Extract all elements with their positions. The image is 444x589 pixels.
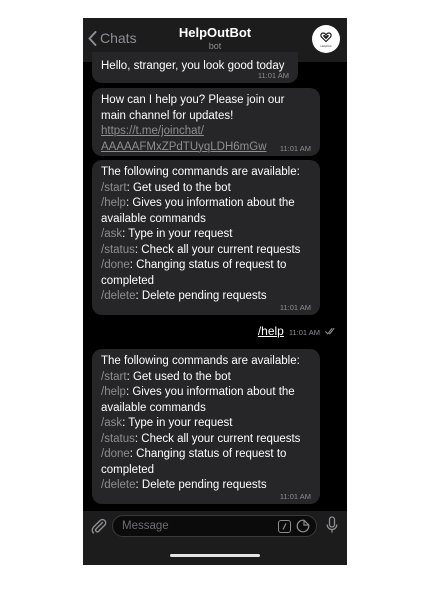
- message-time: 11:01 AM: [279, 492, 311, 501]
- avatar-label: HelpOut: [320, 43, 332, 48]
- slash-command-icon[interactable]: [278, 520, 291, 533]
- home-indicator[interactable]: [170, 554, 260, 557]
- command-description: : Get used to the bot: [126, 181, 231, 194]
- command-description: available commands: [101, 401, 206, 414]
- command-link[interactable]: /start: [101, 182, 127, 194]
- command-description: : Changing status of request to: [129, 259, 287, 271]
- message-time: 11:01 AM: [288, 328, 320, 337]
- outgoing-text[interactable]: /help: [258, 324, 284, 338]
- chat-subtitle: bot: [208, 41, 222, 51]
- command-link[interactable]: /status: [101, 244, 135, 256]
- command-description: available commands: [101, 212, 206, 225]
- command-link[interactable]: /help: [101, 197, 126, 209]
- command-description: : Check all your current requests: [134, 432, 301, 445]
- command-link[interactable]: /ask: [101, 228, 122, 240]
- channel-link[interactable]: https://t.me/joinchat/: [101, 124, 312, 140]
- bot-avatar[interactable]: HelpOut: [312, 25, 340, 53]
- command-link[interactable]: /done: [101, 259, 130, 271]
- command-description: : Type in your request: [122, 228, 233, 240]
- command-description: : Type in your request: [122, 417, 233, 429]
- chat-title-block[interactable]: HelpOutBot bot: [83, 25, 347, 52]
- commands-intro: The following commands are available:: [101, 166, 300, 178]
- commands-intro: The following commands are available:: [101, 355, 300, 367]
- command-link[interactable]: /done: [101, 448, 130, 460]
- incoming-message[interactable]: How can I help you? Please join our main…: [92, 88, 320, 156]
- command-link[interactable]: /delete: [101, 290, 136, 302]
- chat-title: HelpOutBot: [178, 25, 252, 40]
- incoming-message[interactable]: Hello, stranger, you look good today 11:…: [92, 52, 298, 83]
- command-description: completed: [101, 463, 155, 476]
- command-description: : Check all your current requests: [134, 243, 301, 256]
- heart-logo-icon: [320, 31, 332, 42]
- chat-screen: Chats HelpOutBot bot HelpOut Hello, stra…: [83, 18, 347, 565]
- command-link[interactable]: /start: [101, 371, 127, 383]
- command-description: : Gives you information about the: [125, 386, 295, 398]
- paperclip-icon[interactable]: [90, 517, 108, 535]
- incoming-message[interactable]: The following commands are available: /s…: [92, 349, 320, 504]
- message-input[interactable]: Message: [112, 515, 317, 537]
- message-time: 11:01 AM: [279, 303, 311, 312]
- message-text: How can I help you? Please join our: [101, 94, 285, 106]
- command-link[interactable]: /ask: [101, 417, 122, 429]
- message-time: 11:01 AM: [279, 144, 311, 153]
- message-time: 11:01 AM: [257, 71, 289, 80]
- command-description: : Delete pending requests: [135, 290, 267, 302]
- microphone-icon[interactable]: [326, 516, 338, 534]
- command-description: : Changing status of request to: [129, 448, 287, 460]
- command-description: completed: [101, 274, 155, 287]
- command-description: : Gives you information about the: [125, 197, 295, 209]
- message-text: main channel for updates!: [101, 109, 234, 122]
- command-link[interactable]: /help: [101, 386, 126, 398]
- command-link[interactable]: /status: [101, 433, 135, 445]
- command-link[interactable]: /delete: [101, 479, 136, 491]
- double-check-icon: [325, 327, 335, 335]
- message-composer: Message: [83, 511, 347, 565]
- sticker-icon[interactable]: [296, 519, 310, 533]
- incoming-message[interactable]: The following commands are available: /s…: [92, 160, 320, 315]
- message-placeholder: Message: [122, 520, 169, 532]
- command-description: : Get used to the bot: [126, 370, 231, 383]
- command-description: : Delete pending requests: [135, 479, 267, 491]
- outgoing-message[interactable]: /help 11:01 AM: [258, 324, 337, 338]
